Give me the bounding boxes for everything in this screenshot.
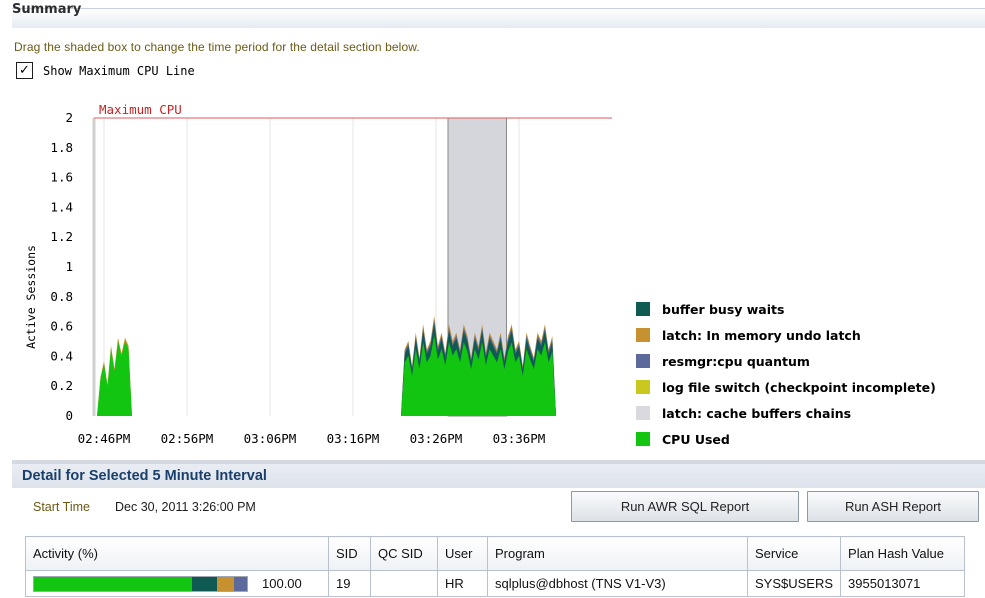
start-time-value: Dec 30, 2011 3:26:00 PM (115, 500, 256, 514)
activity-segment (34, 576, 192, 591)
x-tick-label: 03:16PM (327, 431, 380, 446)
qc-sid-cell (370, 570, 438, 597)
start-time-label: Start Time (33, 500, 90, 514)
y-tick-label: 0 (65, 408, 73, 423)
table-row: 100.00 19 HR sqlplus@dbhost (TNS V1-V3) … (25, 570, 966, 597)
legend-swatch (636, 302, 650, 316)
active-sessions-chart: 0 0.2 0.4 0.6 0.8 1 1.2 1.4 1.6 1.8 2 02:46PM 02:56P… (24, 102, 612, 446)
y-tick-label: 1.8 (50, 140, 73, 155)
x-tick-label: 02:56PM (161, 431, 214, 446)
plan-hash-value-cell: 3955013071 (840, 570, 966, 597)
run-ash-report-button[interactable]: Run ASH Report (807, 491, 979, 522)
detail-title: Detail for Selected 5 Minute Interval (22, 468, 267, 484)
x-tick-label: 03:26PM (410, 431, 463, 446)
max-cpu-label: Maximum CPU (99, 102, 182, 117)
legend-swatch (636, 406, 650, 420)
legend-label: resmgr:cpu quantum (662, 353, 810, 369)
legend-item: CPU Used (636, 426, 936, 452)
column-header-sid[interactable]: SID (328, 536, 371, 571)
chart-legend: buffer busy waits latch: In memory undo l… (636, 296, 936, 452)
column-header-activity[interactable]: Activity (%) (25, 536, 329, 571)
legend-label: CPU Used (662, 431, 730, 447)
y-tick-label: 0.2 (50, 378, 73, 393)
column-header-program[interactable]: Program (487, 536, 748, 571)
legend-swatch (636, 380, 650, 394)
legend-item: resmgr:cpu quantum (636, 348, 936, 374)
legend-item: buffer busy waits (636, 296, 936, 322)
legend-label: log file switch (checkpoint incomplete) (662, 379, 936, 395)
summary-title: Summary (12, 2, 82, 17)
legend-swatch (636, 354, 650, 368)
y-tick-label: 0.4 (50, 348, 73, 363)
y-axis-label: Active Sessions (24, 245, 38, 349)
user-link[interactable]: HR (437, 570, 488, 597)
activity-segment (234, 576, 247, 591)
legend-swatch (636, 432, 650, 446)
legend-label: buffer busy waits (662, 301, 785, 317)
show-max-cpu-row[interactable]: ✓ Show Maximum CPU Line (16, 62, 195, 79)
y-tick-label: 1.6 (50, 170, 73, 185)
y-tick-label: 1.4 (50, 199, 73, 214)
activity-segment (191, 576, 218, 591)
detail-table: Activity (%) SID QC SID User Program Ser… (25, 536, 966, 597)
legend-item: log file switch (checkpoint incomplete) (636, 374, 936, 400)
run-awr-sql-report-button[interactable]: Run AWR SQL Report (571, 491, 799, 522)
y-tick-label: 1.2 (50, 229, 73, 244)
column-header-user[interactable]: User (437, 536, 488, 571)
x-tick-label: 03:06PM (244, 431, 297, 446)
show-max-cpu-label: Show Maximum CPU Line (43, 63, 195, 78)
area-cpu-used (97, 341, 132, 416)
legend-label: latch: cache buffers chains (662, 405, 852, 421)
activity-cell: 100.00 (25, 570, 329, 597)
legend-item: latch: In memory undo latch (636, 322, 936, 348)
x-tick-label: 02:46PM (78, 431, 131, 446)
y-tick-label: 0.6 (50, 319, 73, 334)
legend-item: latch: cache buffers chains (636, 400, 936, 426)
sid-link[interactable]: 19 (328, 570, 371, 597)
checkmark-icon: ✓ (19, 63, 30, 78)
service-link[interactable]: SYS$USERS (746, 570, 842, 597)
program-cell: sqlplus@dbhost (TNS V1-V3) (487, 570, 748, 597)
column-header-plan-hash-value[interactable]: Plan Hash Value (840, 536, 966, 571)
show-max-cpu-checkbox[interactable]: ✓ (16, 62, 33, 79)
column-header-qc-sid[interactable]: QC SID (370, 536, 438, 571)
legend-swatch (636, 328, 650, 342)
activity-bar (33, 575, 248, 592)
activity-percent: 100.00 (262, 576, 302, 591)
legend-label: latch: In memory undo latch (662, 327, 861, 343)
activity-segment (217, 576, 235, 591)
summary-header (12, 8, 985, 28)
summary-hint: Drag the shaded box to change the time p… (14, 40, 420, 54)
table-header-row: Activity (%) SID QC SID User Program Ser… (25, 536, 966, 571)
column-header-service[interactable]: Service (746, 536, 842, 571)
y-tick-label: 0.8 (50, 289, 73, 304)
x-tick-label: 03:36PM (493, 431, 546, 446)
y-tick-label: 1 (65, 259, 73, 274)
y-tick-label: 2 (65, 110, 73, 125)
